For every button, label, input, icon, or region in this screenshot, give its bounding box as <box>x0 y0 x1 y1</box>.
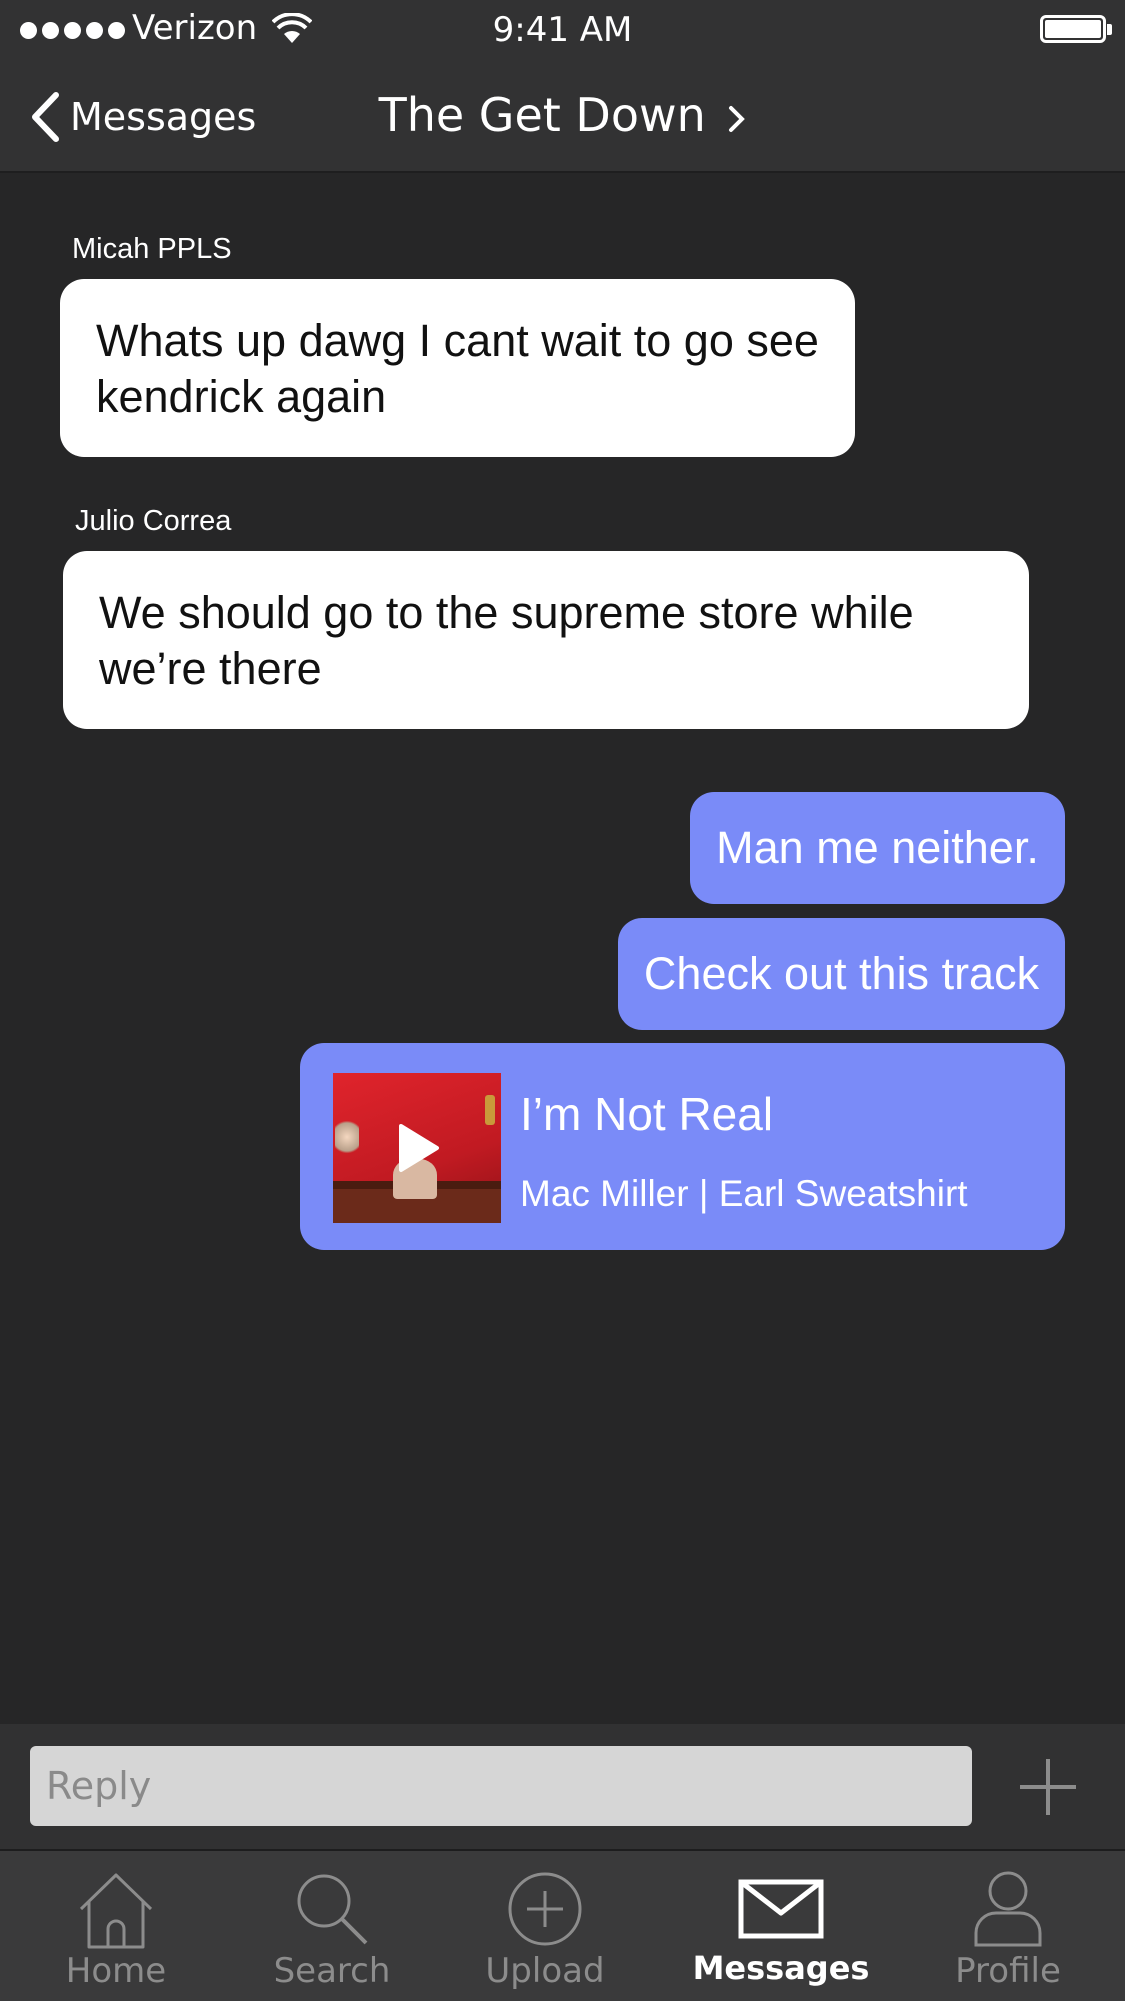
add-attachment-icon[interactable] <box>1018 1757 1078 1817</box>
tab-bar: Home Search Upload Messages Profile <box>0 1849 1125 2001</box>
status-time: 9:41 AM <box>492 10 633 50</box>
outgoing-message-bubble[interactable]: Man me neither. <box>690 792 1065 904</box>
tab-search[interactable]: Search <box>272 1851 392 2001</box>
shared-track-card[interactable]: I’m Not Real Mac Miller | Earl Sweatshir… <box>300 1043 1065 1250</box>
conversation-title[interactable]: The Get Down <box>0 88 1125 142</box>
reply-bar <box>0 1724 1125 1849</box>
tab-messages[interactable]: Messages <box>693 1851 869 2001</box>
upload-icon <box>508 1872 582 1946</box>
play-icon[interactable] <box>395 1122 441 1174</box>
incoming-message-bubble[interactable]: We should go to the supreme store while … <box>63 551 1029 729</box>
reply-input[interactable] <box>30 1746 972 1826</box>
tab-upload-label: Upload <box>485 1951 605 1991</box>
tab-upload[interactable]: Upload <box>485 1851 605 2001</box>
top-bar: Verizon 9:41 AM Messages The Get Down <box>0 0 1125 173</box>
outgoing-message-bubble[interactable]: Check out this track <box>618 918 1065 1030</box>
tab-home-label: Home <box>65 1951 167 1991</box>
tab-profile-label: Profile <box>955 1951 1061 1991</box>
tab-profile[interactable]: Profile <box>948 1851 1068 2001</box>
home-icon <box>79 1873 153 1949</box>
tab-home[interactable]: Home <box>56 1851 176 2001</box>
tab-search-label: Search <box>273 1951 391 1991</box>
profile-icon <box>974 1871 1042 1947</box>
battery-icon <box>1040 15 1106 43</box>
message-sender: Micah PPLS <box>72 233 232 265</box>
track-title: I’m Not Real <box>520 1088 774 1140</box>
message-sender: Julio Correa <box>75 505 232 537</box>
battery-nub <box>1107 24 1112 35</box>
chevron-right-icon <box>729 105 746 132</box>
track-artist: Mac Miller | Earl Sweatshirt <box>520 1173 968 1214</box>
incoming-message-bubble[interactable]: Whats up dawg I cant wait to go see kend… <box>60 279 855 457</box>
envelope-icon <box>738 1879 824 1939</box>
search-icon <box>297 1874 368 1945</box>
status-bar: Verizon 9:41 AM <box>0 0 1125 60</box>
conversation-title-text: The Get Down <box>378 88 706 142</box>
album-art[interactable] <box>333 1073 501 1223</box>
tab-messages-label: Messages <box>692 1949 870 1987</box>
